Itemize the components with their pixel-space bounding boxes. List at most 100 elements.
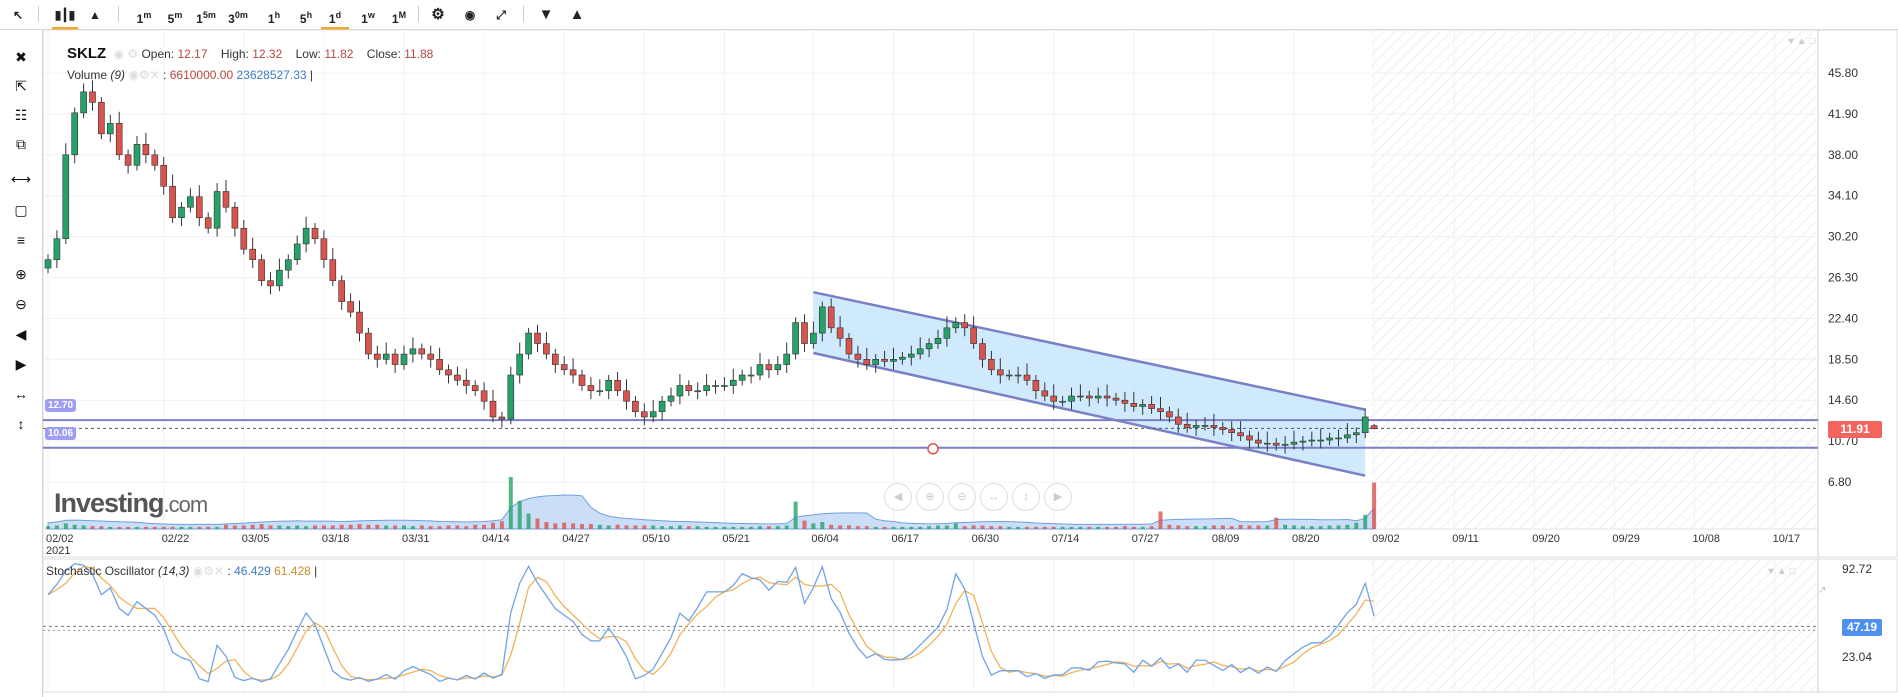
volume-bar [944,525,949,529]
volume-bar [998,526,1003,529]
candle-body [1121,399,1129,404]
candle-body [863,358,871,365]
zoom-out-button[interactable]: ⊖ [948,483,976,511]
high-value: 12.32 [252,47,283,61]
volume-bar [1292,525,1296,529]
date-tick-label: 02/22 [162,533,190,545]
date-tick-label: 04/14 [482,533,510,545]
date-tick-label: 04/27 [562,533,590,545]
volume-bar [811,523,816,529]
date-tick-label: 10/17 [1773,533,1801,545]
gear-icon[interactable]: ⚙ [203,564,214,578]
candle-body [1130,403,1138,407]
price-tick-label: 18.50 [1828,352,1858,366]
stoch-tick-label: 92.72 [1842,562,1872,576]
gear-icon[interactable]: ⚙ [127,47,138,61]
candle-body [1148,404,1155,409]
candle-body [979,343,986,360]
candle-body [1059,400,1066,403]
volume-bar [473,524,478,529]
zoom-fit-button[interactable]: ↕ [1012,483,1040,511]
expand-icon[interactable]: ↗ [1818,585,1826,596]
candle-body [836,327,844,339]
candle-body [907,353,915,358]
candle-body [196,196,203,219]
candle-body [276,269,283,287]
candle-body [1335,437,1342,440]
candle-body [1077,395,1084,398]
candle-body [391,353,399,365]
volume-bar [1149,526,1154,529]
volume-bar [1194,526,1199,529]
stoch-pane-controls-icon[interactable]: ♥ ▲ □ [1768,566,1795,577]
volume-bar [669,526,673,529]
candle-body [1308,439,1316,442]
volume-bar [499,521,504,529]
date-tick-label: 03/05 [242,533,270,545]
gear-icon[interactable]: ⚙ [139,68,150,82]
candle-body [721,385,728,387]
candle-body [178,206,185,219]
date-tick-label: 05/10 [642,533,670,545]
volume-bar [277,525,282,529]
volume-ma-value: 23628527.33 [236,68,307,82]
candle-body [1272,442,1280,446]
volume-ma-area [47,494,1375,530]
volume-bar [588,524,593,529]
candle-body [1281,443,1289,446]
volume-bar [482,524,487,529]
volume-bar [882,526,887,529]
level-anchor-handle [927,443,939,455]
candle-body [1086,395,1093,399]
candle-body [827,306,835,329]
volume-bar [980,525,985,529]
zoom-in-button[interactable]: ⊕ [916,483,944,511]
volume-bar [1274,517,1279,529]
candle-body [1032,379,1040,392]
volume-bar [1336,525,1341,529]
candle-body [115,123,123,156]
candle-body [258,259,265,281]
candle-body [614,379,621,392]
volume-bar [46,526,50,529]
volume-bar [1060,526,1065,529]
volume-bar [1203,526,1207,529]
candle-body [471,385,479,392]
candle-body [961,322,969,329]
eye-icon[interactable]: ◉ [114,47,124,61]
pane-controls-icon[interactable]: ♥ ▲ □ [1788,36,1815,47]
candle-body [160,164,167,187]
candle-body [98,102,105,135]
volume-bar [1247,525,1252,529]
candle-body [623,390,630,402]
volume-bar [651,525,656,529]
volume-bar [99,526,104,529]
candle-body [187,196,194,208]
eye-icon[interactable]: ◉ [128,68,138,82]
candle-body [1219,427,1227,430]
volume-bar [1158,511,1163,529]
candle-body [899,356,906,360]
price-tick-label: 38.00 [1828,148,1858,162]
volume-bar [179,526,184,529]
volume-bar [749,526,754,529]
candle-body [1264,442,1271,445]
remove-icon[interactable]: ✕ [150,68,160,82]
volume-bar [1185,526,1190,529]
price-tick-label: 34.10 [1828,189,1858,203]
stoch-current-marker: 47.19 [1842,619,1882,636]
zoom-reset-button[interactable]: ↔ [980,483,1008,511]
candle-body [436,358,443,371]
candle-body [1210,425,1218,428]
scroll-right-button[interactable]: ▶ [1044,483,1072,511]
candle-body [934,338,942,344]
price-chart[interactable]: 45.80 41.90 38.00 34.10 30.20 26.30 22.40 18.50… [0,0,1898,697]
volume-bar [1220,525,1225,529]
eye-icon[interactable]: ◉ [193,564,203,578]
candle-body [302,227,310,245]
candle-body [1103,395,1111,399]
scroll-left-button[interactable]: ◀ [884,483,912,511]
remove-icon[interactable]: ✕ [214,564,224,578]
future-area-stoch [1371,560,1818,691]
candle-body [356,311,363,334]
